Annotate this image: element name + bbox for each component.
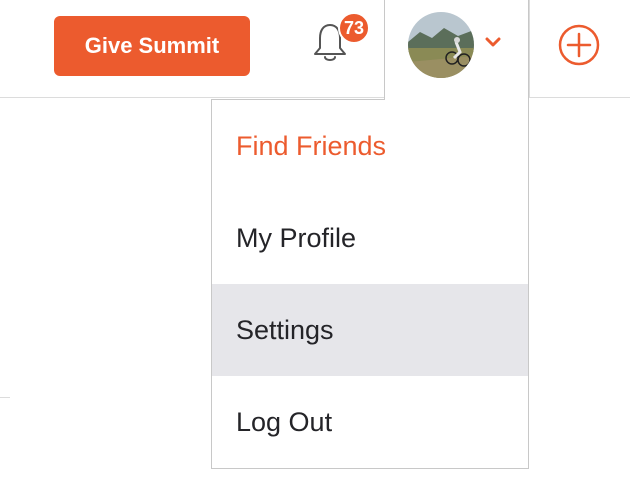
background-divider	[0, 397, 10, 398]
profile-dropdown-menu: Find Friends My Profile Settings Log Out	[211, 99, 529, 469]
profile-menu-toggle[interactable]	[384, 0, 529, 100]
notification-count-badge: 73	[338, 12, 370, 44]
add-button[interactable]	[556, 22, 602, 68]
plus-circle-icon	[558, 24, 600, 66]
chevron-down-icon	[485, 37, 501, 47]
give-summit-button[interactable]: Give Summit	[54, 16, 250, 76]
menu-item-settings[interactable]: Settings	[212, 284, 528, 376]
notifications-button[interactable]: 73	[300, 12, 370, 72]
menu-item-find-friends[interactable]: Find Friends	[212, 100, 528, 192]
avatar	[408, 12, 474, 78]
header-divider	[529, 0, 530, 98]
menu-item-log-out[interactable]: Log Out	[212, 376, 528, 468]
top-navbar: Give Summit 73	[0, 0, 630, 98]
menu-item-my-profile[interactable]: My Profile	[212, 192, 528, 284]
